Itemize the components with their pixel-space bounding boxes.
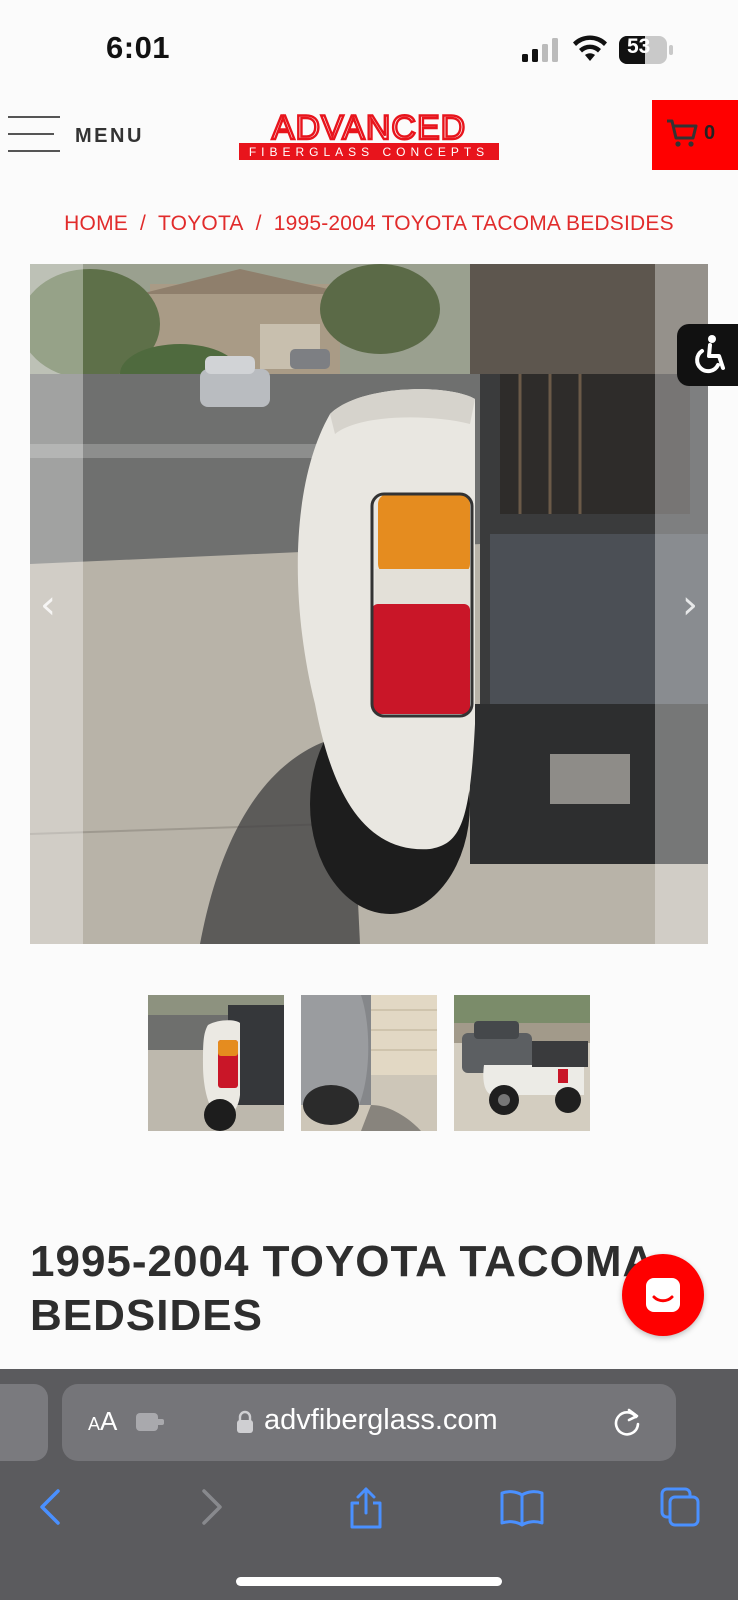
gallery-next-button[interactable]: › [682, 582, 698, 628]
tabs-icon[interactable] [658, 1485, 702, 1529]
chat-icon [646, 1278, 680, 1312]
cart-button[interactable]: 0 [652, 100, 738, 170]
breadcrumb-home[interactable]: HOME [64, 212, 128, 235]
product-title-line-2: BEDSIDES [30, 1291, 263, 1340]
reload-icon[interactable] [612, 1406, 642, 1438]
bookmarks-icon[interactable] [500, 1485, 544, 1529]
home-indicator [236, 1577, 502, 1586]
svg-text:FIBERGLASS CONCEPTS: FIBERGLASS CONCEPTS [249, 145, 489, 159]
thumbnail-2-image [301, 995, 437, 1131]
site-logo[interactable]: ADVANCED FIBERGLASS CONCEPTS [238, 110, 500, 160]
back-icon[interactable] [30, 1485, 74, 1529]
status-time: 6:01 [106, 30, 171, 65]
shopping-cart-icon [667, 119, 698, 147]
wheelchair-accessibility-icon [695, 335, 725, 374]
thumbnail-2[interactable] [301, 995, 437, 1131]
browser-bottom-bar: AA advfiberglass.com [0, 1369, 738, 1600]
cellular-signal-icon [522, 38, 558, 62]
forward-icon[interactable] [188, 1485, 232, 1529]
breadcrumb-toyota[interactable]: TOYOTA [158, 212, 244, 235]
breadcrumb: HOME / TOYOTA / 1995-2004 TOYOTA TACOMA BEDS… [0, 212, 738, 236]
thumbnail-3-image [454, 995, 590, 1131]
chat-launcher-button[interactable] [622, 1254, 704, 1336]
breadcrumb-separator: / [255, 212, 262, 235]
aa-small-glyph: A [88, 1414, 101, 1434]
accessibility-button[interactable] [677, 324, 738, 386]
gallery-prev-shade [30, 264, 83, 944]
address-bar[interactable]: AA advfiberglass.com [62, 1384, 676, 1461]
status-bar: 6:01 53 [0, 0, 738, 96]
gallery-prev-button[interactable]: ‹ [40, 582, 56, 628]
thumbnail-1[interactable] [148, 995, 284, 1131]
product-title: 1995-2004 TOYOTA TACOMA BEDSIDES [30, 1235, 710, 1343]
lock-icon [237, 1410, 253, 1433]
share-icon[interactable] [344, 1485, 388, 1529]
thumbnail-3[interactable] [454, 995, 590, 1131]
hamburger-menu-icon[interactable] [8, 116, 60, 154]
battery-level: 53 [627, 35, 651, 58]
svg-text:ADVANCED: ADVANCED [272, 110, 466, 147]
product-title-line-1: 1995-2004 TOYOTA TACOMA [30, 1237, 656, 1286]
extension-icon[interactable] [136, 1411, 166, 1433]
menu-button-label[interactable]: MENU [75, 125, 144, 148]
site-header: MENU ADVANCED FIBERGLASS CONCEPTS 0 [0, 100, 738, 172]
breadcrumb-current-page: 1995-2004 TOYOTA TACOMA BEDSIDES [273, 212, 674, 235]
product-image-gallery[interactable]: ‹ › [30, 264, 708, 944]
wifi-icon [573, 35, 607, 61]
reader-view-button[interactable]: AA [88, 1406, 117, 1437]
aa-big-glyph: A [100, 1406, 118, 1436]
previous-tab-peek[interactable] [0, 1384, 48, 1461]
thumbnail-strip [148, 995, 590, 1131]
product-main-image [30, 264, 708, 944]
thumbnail-1-image [148, 995, 284, 1131]
breadcrumb-separator: / [139, 212, 147, 235]
url-text: advfiberglass.com [264, 1404, 498, 1436]
cart-count: 0 [704, 122, 716, 144]
